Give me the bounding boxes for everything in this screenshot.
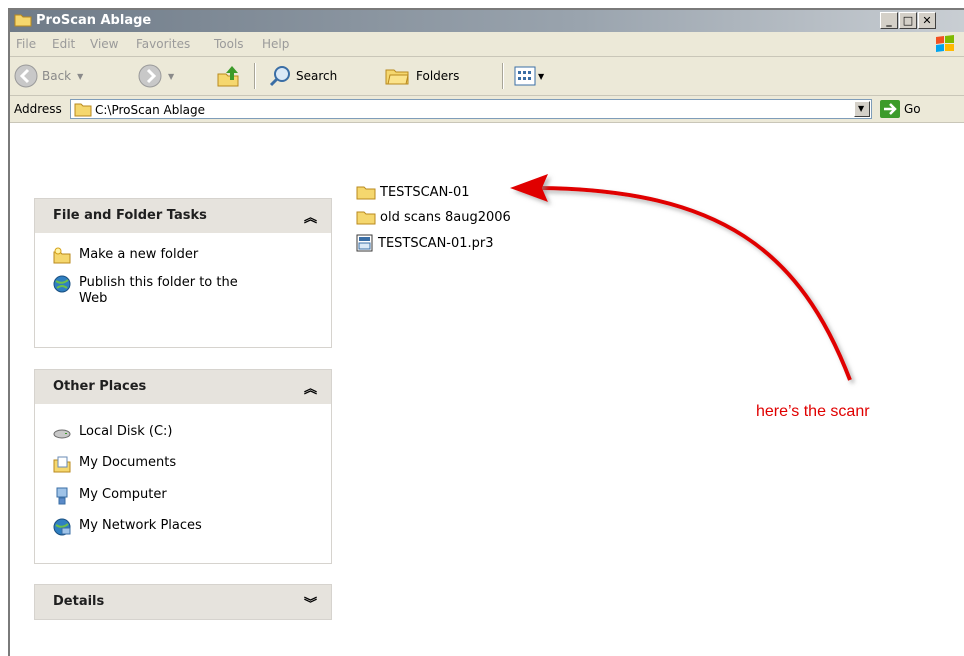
place-label: Local Disk (C:) <box>79 424 173 439</box>
menu-bar: File Edit View Favorites Tools Help <box>10 32 964 57</box>
window-title: ProScan Ablage <box>36 13 152 28</box>
panel-header[interactable]: Details ︾ <box>35 585 331 619</box>
go-label: Go <box>904 102 921 116</box>
panel-header[interactable]: File and Folder Tasks ︽ <box>35 199 331 233</box>
title-bar[interactable]: ProScan Ablage _ □ ✕ <box>10 10 964 32</box>
folders-icon <box>385 69 409 85</box>
address-path: C:\ProScan Ablage <box>95 103 206 117</box>
expand-chevron-icon[interactable]: ︾ <box>304 593 317 612</box>
menu-favorites[interactable]: Favorites <box>136 37 190 51</box>
search-label: Search <box>296 69 338 83</box>
address-bar: Address C:\ProScan Ablage ▼ Go <box>10 96 964 123</box>
place-label: My Network Places <box>79 518 202 533</box>
documents-icon <box>53 456 71 473</box>
globe-icon <box>53 275 71 293</box>
menu-view[interactable]: View <box>90 37 118 51</box>
annotation-arrow <box>510 174 852 381</box>
folder-icon <box>14 14 32 27</box>
task-label: Publish this folder to the Web <box>79 275 238 306</box>
place-my-computer[interactable]: My Computer <box>53 487 167 505</box>
file-folder-tasks-panel: File and Folder Tasks ︽ Make a new folde… <box>34 198 332 348</box>
file-name: TESTSCAN-01.pr3 <box>378 235 494 251</box>
toolbar-separator <box>502 63 504 89</box>
address-input[interactable]: C:\ProScan Ablage ▼ <box>70 99 872 119</box>
new-folder-icon <box>53 247 71 264</box>
search-button[interactable]: Search <box>268 63 337 89</box>
menu-file[interactable]: File <box>16 37 36 51</box>
search-icon <box>269 66 290 87</box>
annotation-text: here’s the scanr <box>756 403 870 420</box>
chevron-down-icon: ▼ <box>858 104 865 113</box>
place-my-documents[interactable]: My Documents <box>53 455 176 473</box>
forward-arrow-icon <box>138 64 162 88</box>
windows-logo-icon <box>936 35 954 52</box>
menu-help[interactable]: Help <box>262 37 289 51</box>
document-file-icon <box>356 234 373 252</box>
chevron-down-icon: ▼ <box>168 71 175 81</box>
views-button[interactable]: ▼ <box>514 63 544 89</box>
folder-icon <box>74 103 92 117</box>
maximize-button[interactable]: □ <box>899 12 917 29</box>
file-item-document[interactable]: TESTSCAN-01.pr3 <box>356 234 494 252</box>
menu-tools[interactable]: Tools <box>214 37 244 51</box>
toolbar-separator <box>254 63 256 89</box>
hard-drive-icon <box>53 429 71 439</box>
folder-icon <box>356 211 376 225</box>
collapse-chevron-icon[interactable]: ︽ <box>304 207 317 226</box>
details-panel: Details ︾ <box>34 584 332 620</box>
computer-icon <box>56 487 68 505</box>
place-label: My Documents <box>79 455 177 470</box>
panel-header[interactable]: Other Places ︽ <box>35 370 331 404</box>
back-label: Back <box>42 69 72 83</box>
up-folder-button[interactable] <box>216 63 242 89</box>
chevron-down-icon: ▼ <box>538 71 545 81</box>
folders-label: Folders <box>416 69 460 83</box>
other-places-panel: Other Places ︽ Local Disk (C:) My Docume… <box>34 369 332 564</box>
file-name: old scans 8aug2006 <box>380 209 511 225</box>
go-arrow-icon <box>880 100 900 118</box>
close-button[interactable]: ✕ <box>918 12 936 29</box>
collapse-chevron-icon[interactable]: ︽ <box>304 378 317 397</box>
address-label: Address <box>14 102 62 116</box>
forward-button[interactable]: ▼ <box>138 63 174 89</box>
task-make-new-folder[interactable]: Make a new folder <box>53 247 198 265</box>
address-dropdown-button[interactable]: ▼ <box>854 101 870 117</box>
back-arrow-icon <box>14 64 38 88</box>
back-button[interactable]: Back ▼ <box>14 63 83 89</box>
panel-title: File and Folder Tasks <box>53 208 207 223</box>
network-icon <box>53 518 71 536</box>
toolbar: Back ▼ ▼ Search Folders ▼ <box>10 57 964 96</box>
file-item-folder[interactable]: TESTSCAN-01 <box>356 184 470 200</box>
file-item-folder[interactable]: old scans 8aug2006 <box>356 209 511 225</box>
go-button[interactable]: Go <box>880 100 921 118</box>
place-my-network[interactable]: My Network Places <box>53 518 202 536</box>
chevron-down-icon: ▼ <box>77 71 84 81</box>
task-publish-web[interactable]: Publish this folder to the Web <box>53 275 273 307</box>
up-folder-icon <box>217 66 239 87</box>
minimize-button[interactable]: _ <box>880 12 898 29</box>
folders-button[interactable]: Folders <box>384 63 459 89</box>
task-label: Make a new folder <box>79 247 199 262</box>
folder-icon <box>356 186 376 200</box>
place-local-disk[interactable]: Local Disk (C:) <box>53 424 172 442</box>
views-icon <box>514 66 536 86</box>
menu-edit[interactable]: Edit <box>52 37 75 51</box>
panel-title: Other Places <box>53 379 147 394</box>
place-label: My Computer <box>79 487 167 502</box>
panel-title: Details <box>53 594 105 609</box>
file-name: TESTSCAN-01 <box>380 184 470 200</box>
